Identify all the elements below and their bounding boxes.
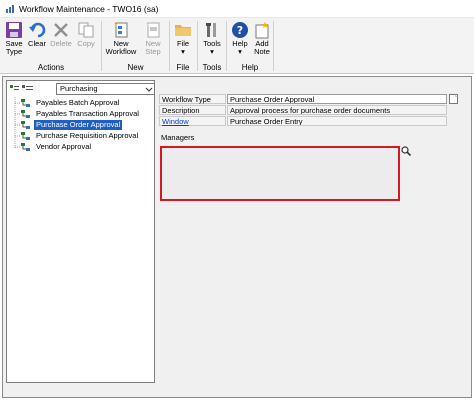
new-step-button[interactable]: New Step [139,18,167,62]
add-note-icon [255,22,269,39]
add-note-button[interactable]: Add Note [252,18,272,62]
actions-group-label: Actions [37,63,65,72]
help-question-icon: ? [232,22,248,38]
chevron-down-icon: ▾ [181,47,185,56]
svg-text:?: ? [237,24,243,37]
ribbon-separator [101,21,102,71]
new-group-label: New [127,63,144,72]
tree-item-label: Purchase Order Approval [34,120,123,130]
tree-item-label: Payables Batch Approval [36,98,120,107]
save-type-label-2: Type [5,47,23,56]
description-value: Approval process for purchase order docu… [227,105,447,115]
ribbon-separator [226,21,227,71]
tree-item-label: Purchase Requisition Approval [36,131,139,140]
workflow-type-field[interactable]: Purchase Order Approval [227,94,447,104]
clear-button[interactable]: Clear [26,18,48,62]
app-icon [5,4,15,14]
workflow-type-icon [21,143,30,151]
ribbon: Save Type Clear Delete Copy Actions New … [0,18,474,74]
note-icon[interactable] [449,94,458,104]
undo-arrow-icon [29,22,46,38]
workflow-type-icon [21,121,30,129]
series-dropdown-value: Purchasing [60,84,98,93]
chevron-down-icon [145,87,153,92]
workflow-type-icon [21,132,30,140]
delete-x-icon [54,23,68,37]
workflow-type-icon [21,99,30,107]
workflow-type-icon [21,110,30,118]
window-link[interactable]: Window [159,116,226,126]
new-workflow-button[interactable]: New Workflow [104,18,138,62]
delete-button[interactable]: Delete [49,18,73,62]
help-menu-button[interactable]: ? Help ▾ [229,18,251,62]
chevron-down-icon: ▾ [238,47,242,56]
tree-panel-footer [6,384,155,394]
add-note-label-2: Note [254,47,270,56]
ribbon-separator [273,21,274,71]
lookup-magnifier-icon[interactable] [401,146,411,156]
new-step-icon [146,22,160,38]
save-icon [6,22,22,38]
folder-icon [175,25,191,36]
tree-item-label: Payables Transaction Approval [36,109,139,118]
new-workflow-icon [114,22,128,38]
managers-list[interactable] [160,146,400,201]
copy-icon [78,22,94,38]
delete-label: Delete [50,39,72,48]
managers-label: Managers [161,133,195,142]
workflow-maintenance-body: Purchasing Payables Batch Approval Payab… [2,76,472,398]
window-title: Workflow Maintenance - TWO16 (sa) [19,4,159,14]
series-dropdown[interactable]: Purchasing [56,83,155,95]
file-group-label: File [176,63,190,72]
tree-item-label: Vendor Approval [36,142,92,151]
workflow-tree-panel: Purchasing Payables Batch Approval Payab… [6,80,155,383]
copy-button[interactable]: Copy [74,18,98,62]
copy-label: Copy [77,39,95,48]
title-bar: Workflow Maintenance - TWO16 (sa) [0,0,474,18]
new-workflow-label-2: Workflow [105,47,137,56]
file-menu-button[interactable]: File ▾ [172,18,194,62]
chevron-down-icon: ▾ [210,47,214,56]
ribbon-separator [197,21,198,71]
tools-wrench-icon [206,23,216,37]
tools-menu-button[interactable]: Tools ▾ [200,18,224,62]
tools-group-label: Tools [202,63,222,72]
window-value: Purchase Order Entry [227,116,447,126]
workflow-type-label: Workflow Type [159,94,226,104]
save-type-button[interactable]: Save Type [3,18,25,62]
clear-label: Clear [28,39,46,48]
new-step-label-2: Step [145,47,161,56]
description-label: Description [159,105,226,115]
help-group-label: Help [241,63,259,72]
